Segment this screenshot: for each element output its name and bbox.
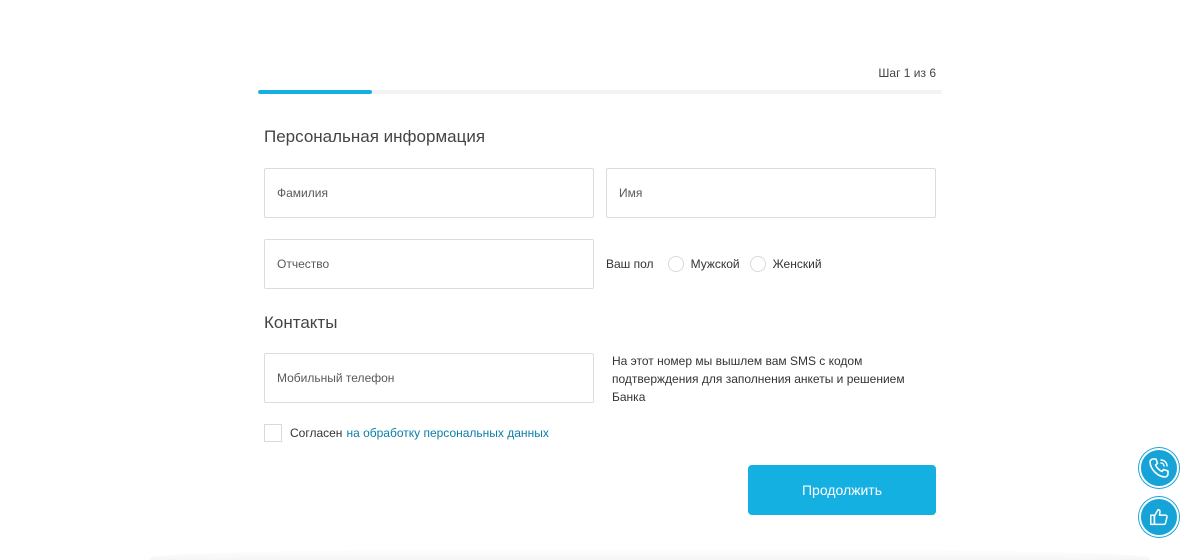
thumbs-up-icon [1150,508,1168,526]
mobile-phone-input[interactable] [264,353,594,403]
progress-bar [258,90,942,94]
step-indicator: Шаг 1 из 6 [878,66,936,80]
consent-label: Согласен [290,426,343,440]
gender-option-male[interactable]: Мужской [667,256,740,272]
gender-male-label: Мужской [690,257,740,271]
phone-hint-text: На этот номер мы вышлем вам SMS с кодом … [612,354,905,404]
application-form-page: Шаг 1 из 6 Персональная информация Ваш п… [0,0,1200,560]
middle-name-input[interactable] [264,239,594,289]
gender-male-radio[interactable] [667,256,684,272]
progress-bar-fill [258,90,373,94]
gender-group: Ваш пол Мужской Женский [606,254,826,274]
footer-shadow [150,548,1150,560]
personal-data-link[interactable]: на обработку персональных данных [346,426,548,440]
contacts-title: Контакты [264,313,338,332]
gender-option-female[interactable]: Женский [749,256,822,272]
feedback-button[interactable] [1139,497,1179,537]
consent-row: Согласен на обработку персональных данны… [264,423,549,443]
first-name-input[interactable] [606,168,936,218]
call-button[interactable] [1139,448,1179,488]
phone-icon [1149,458,1169,478]
last-name-input[interactable] [264,168,594,218]
consent-checkbox[interactable] [264,424,282,442]
gender-female-label: Женский [772,257,822,271]
gender-female-radio[interactable] [749,256,766,272]
personal-info-title: Персональная информация [264,127,486,146]
gender-label: Ваш пол [606,257,654,271]
continue-button[interactable]: Продолжить [748,465,936,515]
